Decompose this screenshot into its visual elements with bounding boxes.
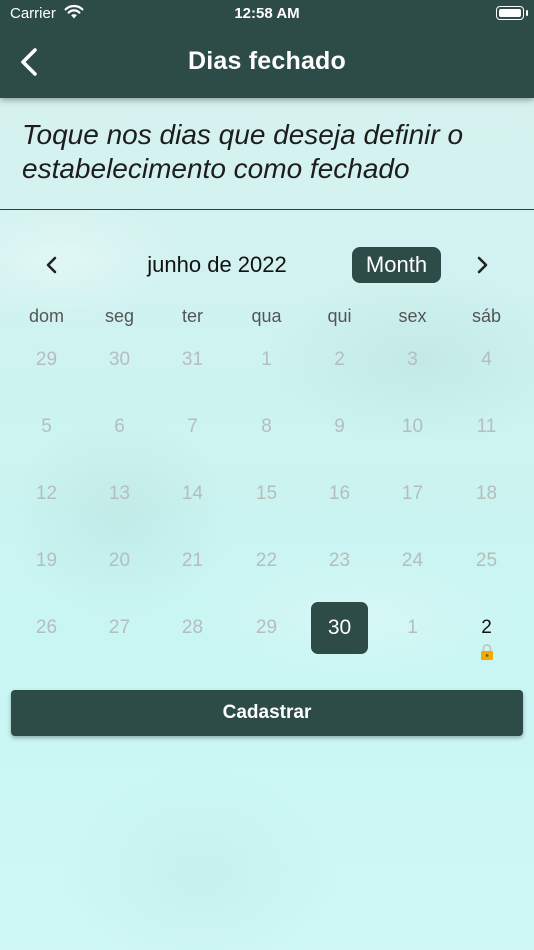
chevron-left-icon[interactable]: [40, 253, 64, 277]
calendar-day[interactable]: 3: [376, 334, 449, 386]
submit-button[interactable]: Cadastrar: [11, 690, 523, 736]
calendar-day-selected[interactable]: 30: [303, 602, 376, 654]
calendar-day[interactable]: 2: [303, 334, 376, 386]
calendar-day[interactable]: 11: [450, 401, 523, 453]
calendar-day-closed[interactable]: 2: [450, 602, 523, 660]
calendar-day[interactable]: 21: [156, 535, 229, 587]
calendar-day[interactable]: 20: [83, 535, 156, 587]
weekday-label: dom: [28, 306, 64, 326]
calendar-day[interactable]: 19: [10, 535, 83, 587]
calendar-day[interactable]: 15: [230, 468, 303, 520]
status-bar: Carrier 12:58 AM: [0, 0, 534, 28]
calendar-day[interactable]: 16: [303, 468, 376, 520]
calendar-day[interactable]: 1: [376, 602, 449, 654]
calendar-day[interactable]: 4: [450, 334, 523, 386]
calendar-day[interactable]: 31: [156, 334, 229, 386]
calendar-day[interactable]: 28: [156, 602, 229, 654]
calendar-day[interactable]: 17: [376, 468, 449, 520]
calendar-month-label: junho de 2022: [147, 252, 287, 277]
calendar-day[interactable]: 23: [303, 535, 376, 587]
weekday-label: qua: [251, 306, 282, 326]
background-texture: [0, 98, 534, 950]
calendar-day[interactable]: 18: [450, 468, 523, 520]
calendar-day[interactable]: 6: [83, 401, 156, 453]
clock: 12:58 AM: [234, 5, 300, 22]
app-header: Carrier 12:58 AM Dias fechado: [0, 0, 534, 98]
calendar-day[interactable]: 29: [10, 334, 83, 386]
battery-icon: [496, 6, 528, 20]
calendar-day[interactable]: 10: [376, 401, 449, 453]
calendar-format-button[interactable]: Month: [352, 247, 441, 283]
calendar-day[interactable]: 29: [230, 602, 303, 654]
calendar-day[interactable]: 25: [450, 535, 523, 587]
calendar-day[interactable]: 7: [156, 401, 229, 453]
divider: [0, 209, 534, 210]
weekday-label: ter: [181, 306, 203, 326]
calendar-day[interactable]: 27: [83, 602, 156, 654]
calendar-day[interactable]: 5: [10, 401, 83, 453]
calendar-day[interactable]: 26: [10, 602, 83, 654]
calendar-day[interactable]: 13: [83, 468, 156, 520]
page-title: Dias fechado: [187, 47, 346, 75]
calendar-day[interactable]: 24: [376, 535, 449, 587]
calendar-day[interactable]: 9: [303, 401, 376, 453]
calendar-day[interactable]: 1: [230, 334, 303, 386]
weekday-label: sex: [398, 306, 427, 326]
calendar-day[interactable]: 8: [230, 401, 303, 453]
calendar-day[interactable]: 14: [156, 468, 229, 520]
weekday-label: seg: [104, 306, 135, 326]
lock-icon: [481, 644, 493, 660]
calendar-day[interactable]: 30: [83, 334, 156, 386]
weekday-label: sáb: [471, 306, 502, 326]
calendar-day[interactable]: 12: [10, 468, 83, 520]
calendar-day[interactable]: 22: [230, 535, 303, 587]
instruction-text: Toque nos dias que deseja definir o esta…: [22, 119, 464, 184]
chevron-right-icon[interactable]: [470, 253, 494, 277]
weekday-label: qui: [327, 306, 352, 326]
